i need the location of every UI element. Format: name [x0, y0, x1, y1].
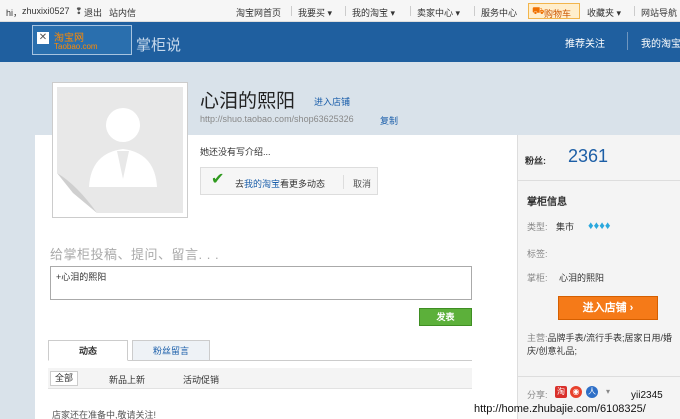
weibo-share-icon[interactable]: ◉	[570, 386, 582, 398]
empty-notice: 店家还在准备中,敬请关注!	[52, 410, 157, 419]
buy-menu-label: 我要买	[298, 8, 326, 18]
avatar-placeholder	[57, 87, 183, 213]
renren-share-icon[interactable]: 人	[586, 386, 598, 398]
divider	[410, 6, 411, 16]
shop-avatar[interactable]	[52, 82, 188, 218]
divider	[345, 6, 346, 16]
shop-name: 心泪的熙阳	[200, 91, 296, 112]
tip-prefix: 去	[235, 179, 245, 189]
filter-new-arrivals[interactable]: 新品上新	[109, 373, 145, 386]
filter-all[interactable]: 全部	[50, 371, 78, 386]
fans-count: 2361	[568, 146, 609, 166]
divider	[627, 32, 628, 50]
owner-label: 掌柜:	[527, 273, 548, 283]
messages-link[interactable]: 站内信	[109, 6, 136, 19]
watermark-user: yii2345	[631, 390, 663, 401]
divider	[517, 376, 680, 377]
chevron-down-icon: ▾	[388, 8, 396, 18]
bell-icon[interactable]: ❢	[75, 6, 83, 17]
service-center-link[interactable]: 服务中心	[481, 6, 517, 19]
tip-text: 去我的淘宝看更多动态	[235, 177, 325, 190]
person-silhouette-icon	[57, 108, 157, 213]
shop-intro: 她还没有写介绍...	[200, 147, 271, 157]
cart-button[interactable]: ⛟ 购物车	[528, 3, 580, 19]
enter-shop-link[interactable]: 进入店铺	[314, 95, 350, 108]
chevron-down-icon: ▾	[453, 8, 461, 18]
taobao-logo[interactable]: ✕ 淘宝网 Taobao.com	[32, 25, 132, 55]
more-share-icon[interactable]: ▾	[602, 386, 614, 398]
post-textarea[interactable]: +心泪的熙阳	[50, 266, 472, 300]
chevron-down-icon: ▾	[325, 8, 333, 18]
post-prompt: 给掌柜投稿、提问、留言. . .	[50, 247, 220, 262]
username-link[interactable]: zhuxixi0527	[22, 6, 70, 16]
main-business-label: 主营:	[527, 333, 548, 343]
copy-url-link[interactable]: 复制	[380, 114, 398, 127]
divider	[634, 6, 635, 16]
nav-follow-link[interactable]: 推荐关注	[565, 35, 605, 50]
filter-promotions[interactable]: 活动促销	[183, 373, 219, 386]
fans-label: 粉丝:	[525, 156, 546, 166]
favorites-menu-label: 收藏夹	[587, 8, 615, 18]
chevron-down-icon: ▾	[614, 8, 622, 18]
cart-icon: ⛟	[532, 6, 545, 17]
main-business-value: 品牌手表/流行手表;居家日用/婚庆/创意礼品;	[527, 333, 673, 356]
tags-label: 标签:	[527, 249, 548, 259]
main-business: 主营:品牌手表/流行手表;居家日用/婚庆/创意礼品;	[527, 332, 680, 358]
cart-label: 购物车	[544, 9, 572, 19]
type-label: 类型:	[527, 222, 548, 232]
type-value: 集市	[556, 222, 575, 232]
brand-title: 掌柜说	[136, 37, 182, 54]
send-button[interactable]: 发表	[419, 308, 472, 326]
owner-value: 心泪的熙阳	[559, 273, 605, 283]
taobao-home-link[interactable]: 淘宝网首页	[236, 6, 281, 19]
post-textarea-value: +心泪的熙阳	[56, 272, 107, 282]
divider	[474, 6, 475, 16]
greeting-text: hi，	[6, 8, 23, 18]
tip-cancel-button[interactable]: 取消	[353, 177, 371, 190]
seller-center-menu-label: 卖家中心	[417, 8, 454, 18]
seller-center-menu[interactable]: 卖家中心 ▾	[417, 6, 460, 19]
logout-link[interactable]: 退出	[84, 6, 102, 19]
favorites-menu[interactable]: 收藏夹 ▾	[587, 6, 621, 19]
divider	[517, 180, 680, 181]
diamond-icon: ♦	[604, 220, 611, 232]
enter-shop-button[interactable]: 进入店铺 ›	[558, 296, 658, 320]
checkmark-icon: ✔	[211, 171, 225, 188]
buy-menu[interactable]: 我要买 ▾	[298, 6, 332, 19]
nav-my-taobao-link[interactable]: 我的淘宝	[641, 35, 680, 50]
share-label: 分享:	[527, 390, 548, 400]
my-taobao-menu-label: 我的淘宝	[352, 8, 389, 18]
seller-rating: ♦♦♦♦	[588, 220, 611, 232]
tip-suffix: 看更多动态	[280, 179, 326, 189]
my-taobao-menu[interactable]: 我的淘宝 ▾	[352, 6, 395, 19]
tip-my-taobao-link[interactable]: 我的淘宝	[244, 179, 280, 189]
tab-activity[interactable]: 动态	[48, 340, 128, 361]
tab-fan-messages[interactable]: 粉丝留言	[132, 340, 210, 361]
taobao-share-icon[interactable]: 淘	[555, 386, 567, 398]
header-bar: ✕ 淘宝网 Taobao.com 掌柜说 推荐关注 我的淘宝	[0, 22, 680, 62]
watermark-url: http://home.zhubajie.com/6108325/	[474, 403, 646, 415]
divider	[291, 6, 292, 16]
tip-box: ✔ 去我的淘宝看更多动态 取消	[200, 167, 378, 195]
shop-url: http://shuo.taobao.com/shop63625326	[200, 114, 354, 124]
logo-subtext: Taobao.com	[54, 42, 98, 51]
site-nav-menu[interactable]: 网站导航	[641, 6, 677, 19]
divider	[343, 175, 344, 189]
top-bar: hi， zhuxixi0527 ❢ 退出 站内信 淘宝网首页 我要买 ▾ 我的淘…	[0, 0, 680, 22]
broken-image-icon: ✕	[37, 32, 49, 44]
seller-info-title: 掌柜信息	[527, 197, 567, 208]
